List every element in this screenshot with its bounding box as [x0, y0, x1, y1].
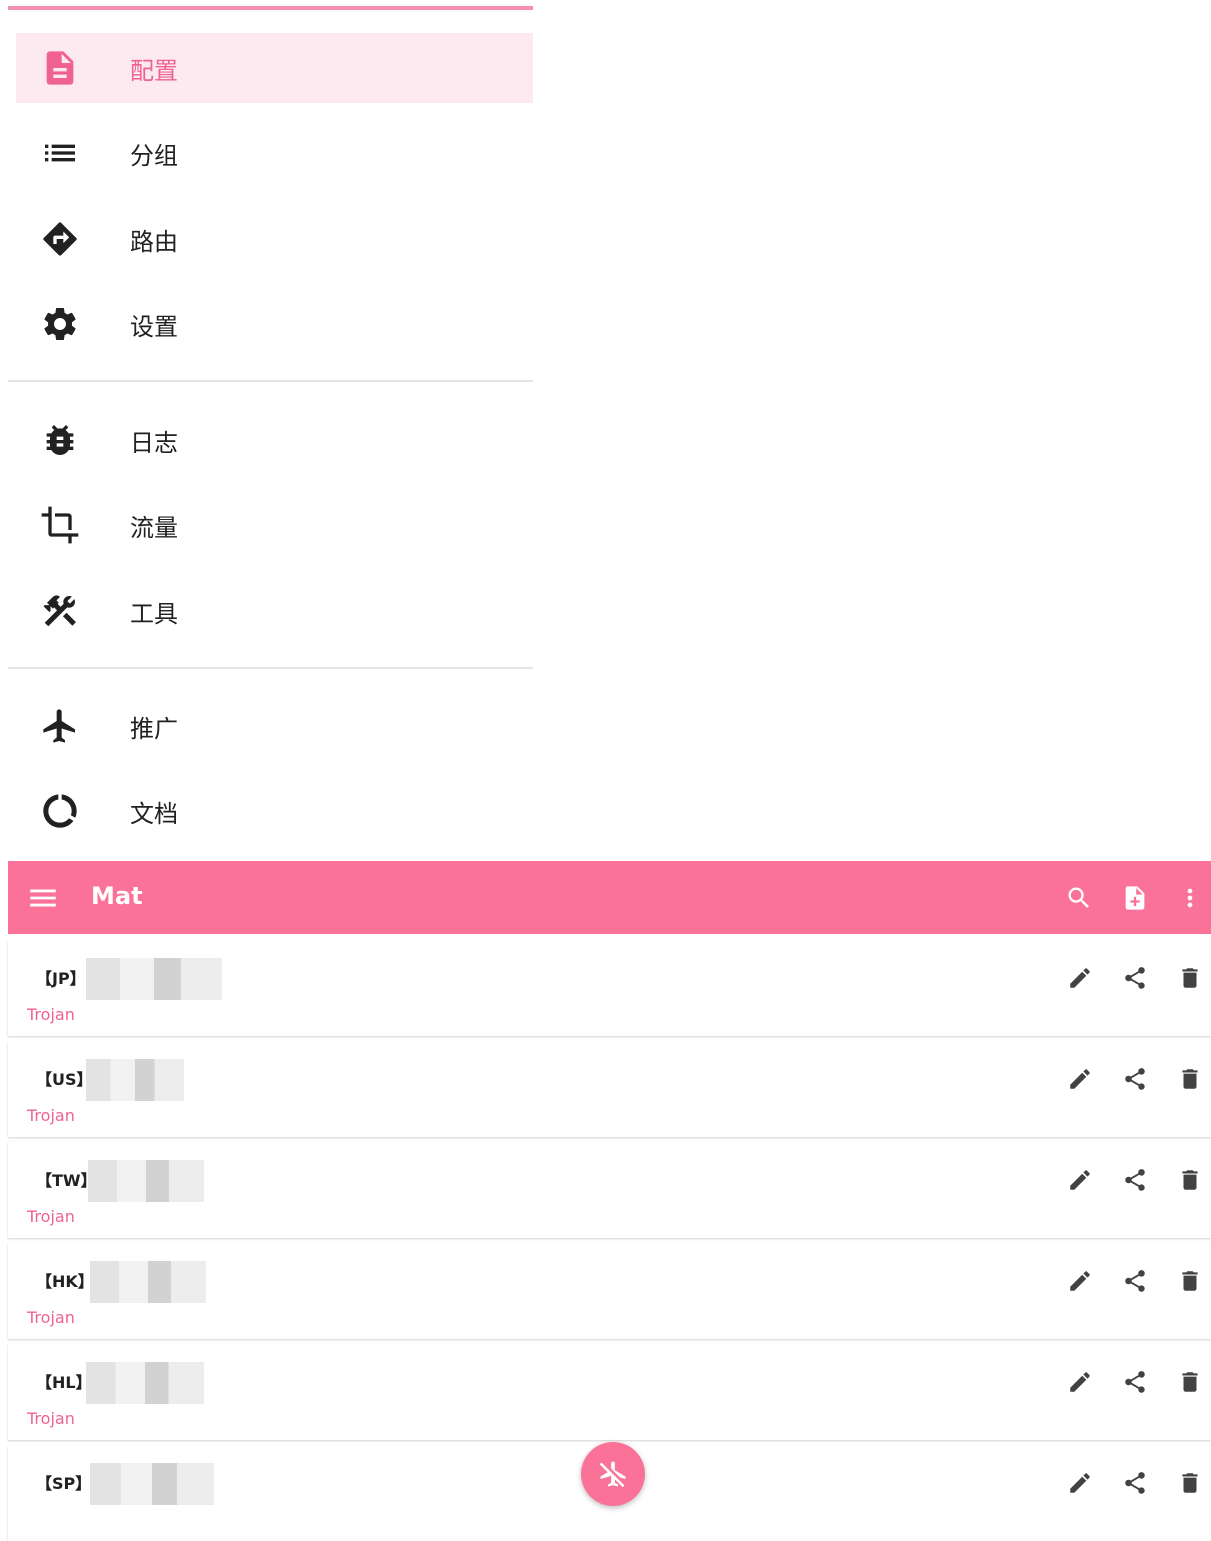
nav-item-tools[interactable]: 工具 — [16, 576, 533, 646]
app-title: Mat — [91, 882, 143, 910]
nav-item-groups[interactable]: 分组 — [16, 118, 533, 188]
share-icon[interactable] — [1115, 1463, 1155, 1503]
delete-icon[interactable] — [1170, 1160, 1210, 1200]
share-icon[interactable] — [1115, 1160, 1155, 1200]
profile-card[interactable]: 【US】 Trojan — [8, 1041, 1211, 1137]
profile-name-redacted — [86, 1059, 184, 1101]
file-add-icon[interactable] — [1116, 879, 1154, 917]
nav-label: 配置 — [130, 56, 178, 85]
profile-type: Trojan — [27, 1106, 75, 1125]
connect-fab[interactable] — [581, 1442, 645, 1506]
nav-item-profiles[interactable]: 配置 — [16, 33, 533, 103]
nav-label: 工具 — [130, 599, 178, 628]
directions-icon — [34, 213, 86, 265]
profile-name-redacted — [86, 958, 222, 1000]
profile-tag: 【JP】 — [36, 969, 86, 988]
nav-label: 路由 — [130, 227, 178, 256]
drawer-top-line — [8, 6, 533, 10]
drawer-divider — [8, 667, 533, 669]
navigation-drawer: 配置 分组 路由 设置 日志 流量 工具 推广 文档 — [8, 0, 533, 860]
delete-icon[interactable] — [1170, 1059, 1210, 1099]
edit-icon[interactable] — [1060, 958, 1100, 998]
edit-icon[interactable] — [1060, 1059, 1100, 1099]
airplane-off-icon — [599, 1461, 626, 1488]
delete-icon[interactable] — [1170, 1261, 1210, 1301]
nav-item-docs[interactable]: 文档 — [16, 776, 533, 846]
drawer-divider — [8, 380, 533, 382]
profile-type: Trojan — [27, 1005, 75, 1024]
profile-tag: 【SP】 — [36, 1474, 92, 1493]
nav-label: 文档 — [130, 799, 178, 828]
edit-icon[interactable] — [1060, 1362, 1100, 1402]
app-bar: Mat — [8, 861, 1211, 934]
circle-notch-icon — [34, 785, 86, 837]
nav-label: 流量 — [130, 513, 178, 542]
profile-card[interactable]: 【JP】 Trojan — [8, 940, 1211, 1036]
share-icon[interactable] — [1115, 1362, 1155, 1402]
search-icon[interactable] — [1060, 879, 1098, 917]
profile-type: Trojan — [27, 1308, 75, 1327]
profile-card[interactable]: 【HL】 Trojan — [8, 1344, 1211, 1440]
profile-type: Trojan — [27, 1409, 75, 1428]
profile-card[interactable]: 【HK】 Trojan — [8, 1243, 1211, 1339]
profile-name-redacted — [90, 1261, 206, 1303]
list-icon — [34, 127, 86, 179]
bug-icon — [34, 414, 86, 466]
tools-icon — [34, 585, 86, 637]
profile-tag: 【HL】 — [36, 1373, 92, 1392]
airplane-icon — [34, 700, 86, 752]
edit-icon[interactable] — [1060, 1463, 1100, 1503]
delete-icon[interactable] — [1170, 1362, 1210, 1402]
nav-item-routes[interactable]: 路由 — [16, 204, 533, 274]
profile-name-redacted — [88, 1160, 204, 1202]
edit-icon[interactable] — [1060, 1261, 1100, 1301]
gear-icon — [34, 298, 86, 350]
share-icon[interactable] — [1115, 958, 1155, 998]
share-icon[interactable] — [1115, 1261, 1155, 1301]
edit-icon[interactable] — [1060, 1160, 1100, 1200]
more-vert-icon[interactable] — [1171, 879, 1209, 917]
nav-item-traffic[interactable]: 流量 — [16, 490, 533, 560]
file-document-icon — [34, 42, 86, 94]
profile-tag: 【US】 — [36, 1070, 93, 1089]
nav-item-settings[interactable]: 设置 — [16, 289, 533, 359]
nav-label: 设置 — [130, 312, 178, 341]
delete-icon[interactable] — [1170, 958, 1210, 998]
nav-item-promote[interactable]: 推广 — [16, 691, 533, 761]
profile-name-redacted — [86, 1362, 204, 1404]
profile-type: Trojan — [27, 1207, 75, 1226]
nav-label: 日志 — [130, 428, 178, 457]
nav-item-logs[interactable]: 日志 — [16, 405, 533, 475]
profile-name-redacted — [90, 1463, 214, 1505]
delete-icon[interactable] — [1170, 1463, 1210, 1503]
crop-icon — [34, 499, 86, 551]
profile-card[interactable]: 【TW】 Trojan — [8, 1142, 1211, 1238]
nav-label: 推广 — [130, 714, 178, 743]
menu-icon[interactable] — [26, 881, 60, 915]
nav-label: 分组 — [130, 141, 178, 170]
share-icon[interactable] — [1115, 1059, 1155, 1099]
profile-tag: 【HK】 — [36, 1272, 94, 1291]
